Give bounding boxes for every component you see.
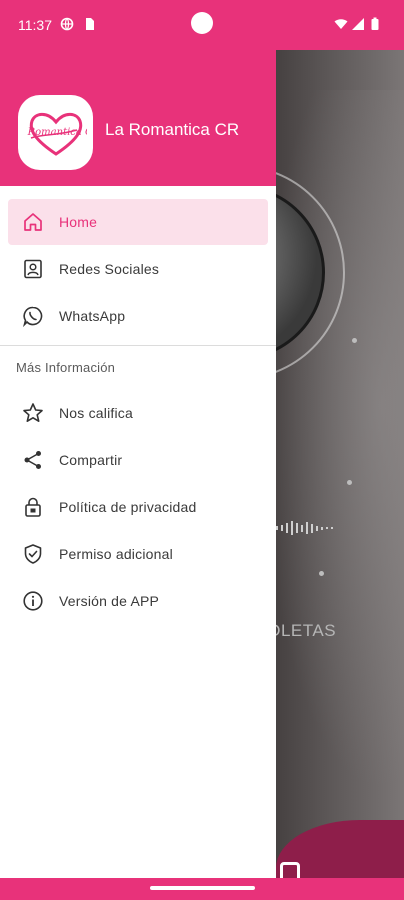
share-icon xyxy=(24,451,41,469)
menu-item-version-app[interactable]: Versión de APP xyxy=(8,578,268,624)
player-control[interactable] xyxy=(280,862,300,878)
menu-item-label: Política de privacidad xyxy=(59,499,197,515)
signal-icon xyxy=(352,18,364,30)
menu-item-whatsapp[interactable]: WhatsApp xyxy=(8,293,268,339)
globe-icon xyxy=(60,17,74,31)
star-icon xyxy=(23,403,43,422)
app-logo: La Romantica CR xyxy=(18,95,93,170)
drawer-header: La Romantica CR La Romantica CR xyxy=(0,50,276,186)
status-bar: 11:37 xyxy=(0,0,404,50)
menu-item-home[interactable]: Home xyxy=(8,199,268,245)
decor-dot xyxy=(347,480,352,485)
battery-icon xyxy=(371,17,379,30)
menu-item-label: Nos califica xyxy=(59,405,133,421)
menu-item-label: WhatsApp xyxy=(59,308,126,324)
menu-item-redes-sociales[interactable]: Redes Sociales xyxy=(8,246,268,292)
info-icon xyxy=(23,591,43,611)
menu-item-label: Compartir xyxy=(59,452,123,468)
camera-cutout xyxy=(191,12,213,34)
home-icon xyxy=(24,213,42,231)
whatsapp-icon xyxy=(23,306,43,327)
navigation-drawer: La Romantica CR La Romantica CR Home Red… xyxy=(0,50,276,878)
gesture-handle[interactable] xyxy=(150,886,255,890)
menu-item-label: Permiso adicional xyxy=(59,546,173,562)
audio-visualizer xyxy=(276,520,333,536)
menu-item-permiso-adicional[interactable]: Permiso adicional xyxy=(8,531,268,577)
shield-check-icon xyxy=(24,544,42,564)
sim-card-icon xyxy=(86,18,94,30)
menu-item-label: Redes Sociales xyxy=(59,261,160,277)
app-name: La Romantica CR xyxy=(105,120,240,139)
logo-text: La Romantica CR xyxy=(25,127,87,138)
menu-item-politica-privacidad[interactable]: Política de privacidad xyxy=(8,484,268,530)
lock-icon xyxy=(25,497,41,517)
contact-card-icon xyxy=(24,259,42,279)
menu-item-nos-califica[interactable]: Nos califica xyxy=(8,390,268,436)
heart-logo-icon: La Romantica CR xyxy=(25,112,87,156)
decor-dot xyxy=(352,338,357,343)
section-title: Más Información xyxy=(16,360,116,375)
menu-item-compartir[interactable]: Compartir xyxy=(8,437,268,483)
decor-dot xyxy=(319,571,324,576)
menu-item-label: Versión de APP xyxy=(59,593,160,609)
drawer-menu: Home Redes Sociales WhatsApp Más Informa… xyxy=(0,186,276,624)
menu-item-label: Home xyxy=(59,214,98,230)
system-nav-bar xyxy=(0,878,404,900)
status-time: 11:37 xyxy=(18,17,52,33)
wifi-icon xyxy=(334,19,348,29)
